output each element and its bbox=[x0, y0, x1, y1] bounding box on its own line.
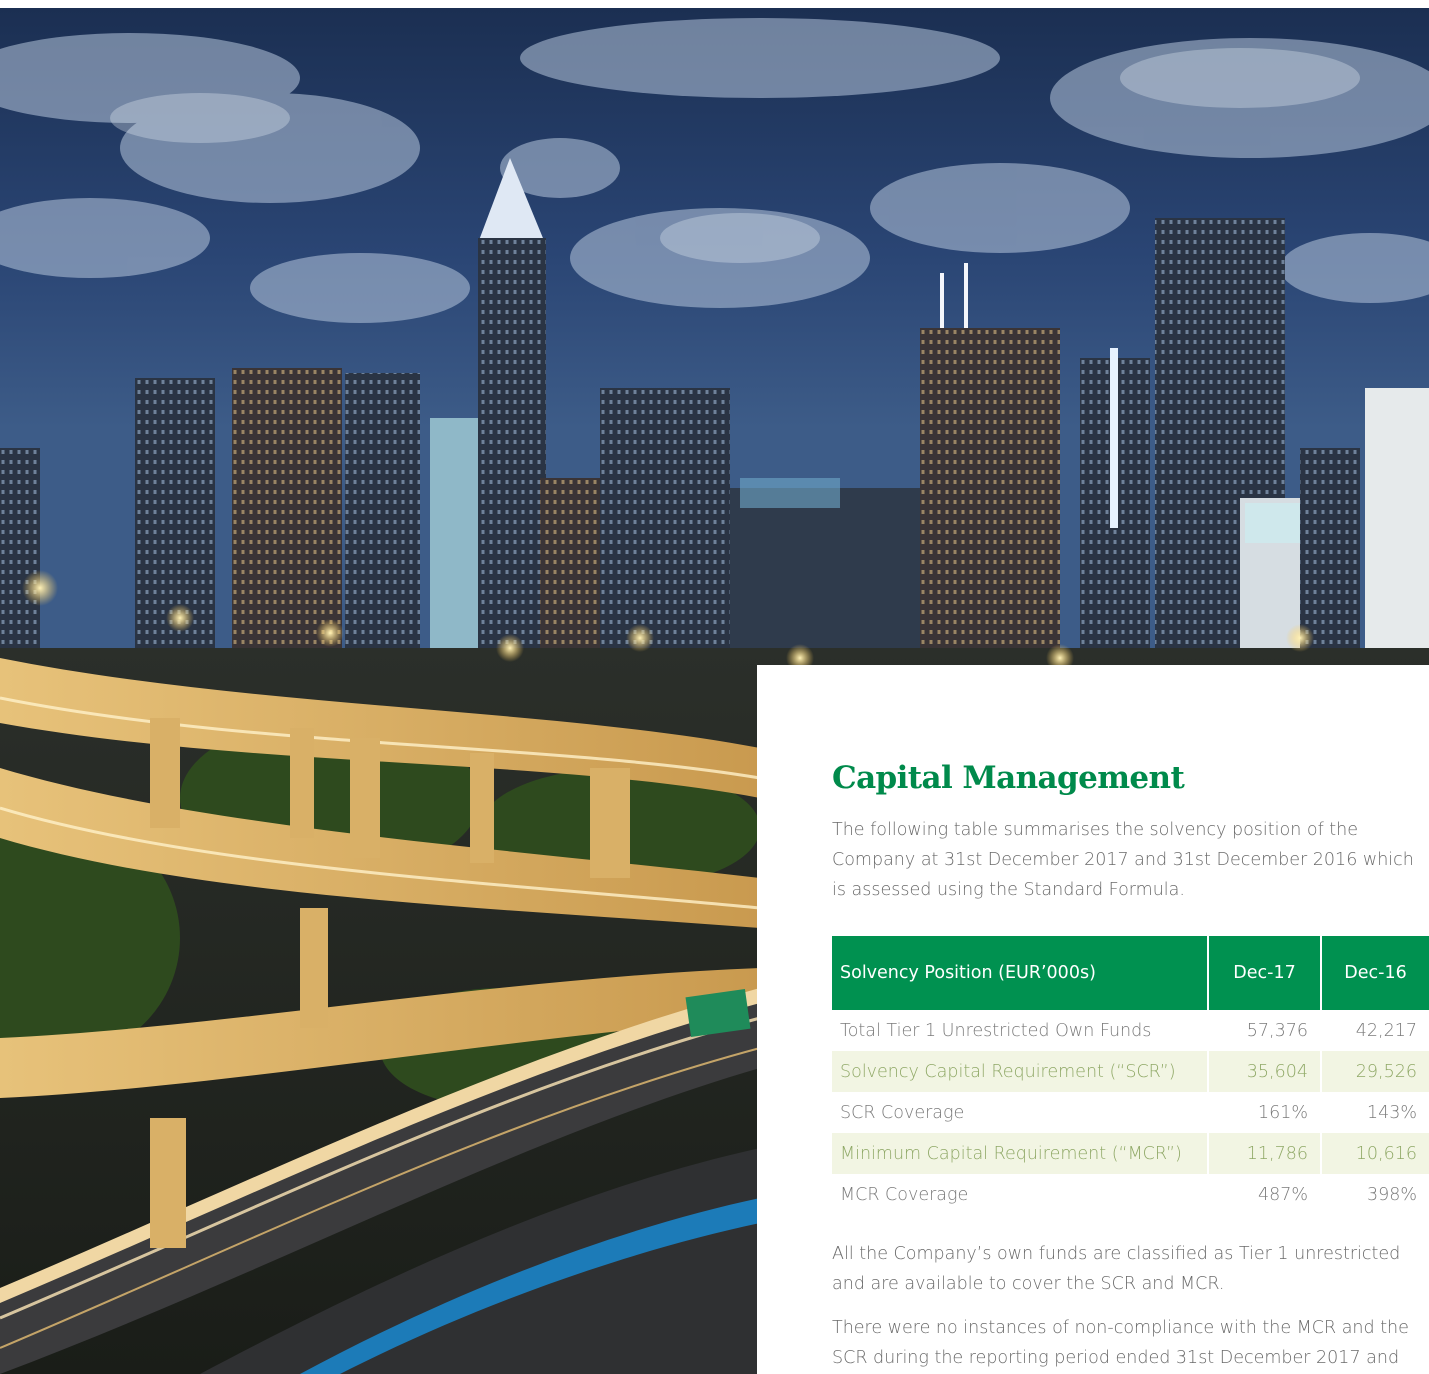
row-label: SCR Coverage bbox=[832, 1092, 1208, 1133]
row-label: Solvency Capital Requirement (“SCR”) bbox=[832, 1051, 1208, 1092]
intro-paragraph: The following table summarises the solve… bbox=[832, 820, 1414, 900]
table-header-row: Solvency Position (EUR’000s) Dec-17 Dec-… bbox=[832, 936, 1429, 1010]
dec-16-value: 398% bbox=[1320, 1174, 1429, 1215]
table-row: Minimum Capital Requirement (“MCR”) 11,7… bbox=[832, 1133, 1429, 1174]
compliance-paragraph: There were no instances of non-complianc… bbox=[832, 1318, 1409, 1368]
row-label: Minimum Capital Requirement (“MCR”) bbox=[832, 1133, 1208, 1174]
own-funds-paragraph: All the Company’s own funds are classifi… bbox=[832, 1244, 1401, 1294]
table-row: Total Tier 1 Unrestricted Own Funds 57,3… bbox=[832, 1010, 1429, 1051]
row-label: Total Tier 1 Unrestricted Own Funds bbox=[832, 1010, 1208, 1051]
dec-17-value: 161% bbox=[1207, 1092, 1321, 1133]
dec-16-value: 29,526 bbox=[1320, 1051, 1429, 1092]
section-title: Capital Management bbox=[832, 760, 1185, 796]
dec-17-value: 35,604 bbox=[1207, 1051, 1321, 1092]
solvency-position-table: Solvency Position (EUR’000s) Dec-17 Dec-… bbox=[832, 936, 1429, 1215]
table-row: SCR Coverage 161% 143% bbox=[832, 1092, 1429, 1133]
dec-16-value: 143% bbox=[1320, 1092, 1429, 1133]
dec-17-value: 487% bbox=[1207, 1174, 1321, 1215]
column-header-solvency-position: Solvency Position (EUR’000s) bbox=[832, 936, 1208, 1010]
dec-16-value: 10,616 bbox=[1320, 1133, 1429, 1174]
table-row: MCR Coverage 487% 398% bbox=[832, 1174, 1429, 1215]
dec-16-value: 42,217 bbox=[1320, 1010, 1429, 1051]
table-row: Solvency Capital Requirement (“SCR”) 35,… bbox=[832, 1051, 1429, 1092]
row-label: MCR Coverage bbox=[832, 1174, 1208, 1215]
capital-management-panel: Capital Management The following table s… bbox=[757, 665, 1429, 1374]
column-header-dec-17: Dec-17 bbox=[1207, 936, 1321, 1010]
column-header-dec-16: Dec-16 bbox=[1320, 936, 1429, 1010]
dec-17-value: 11,786 bbox=[1207, 1133, 1321, 1174]
dec-17-value: 57,376 bbox=[1207, 1010, 1321, 1051]
